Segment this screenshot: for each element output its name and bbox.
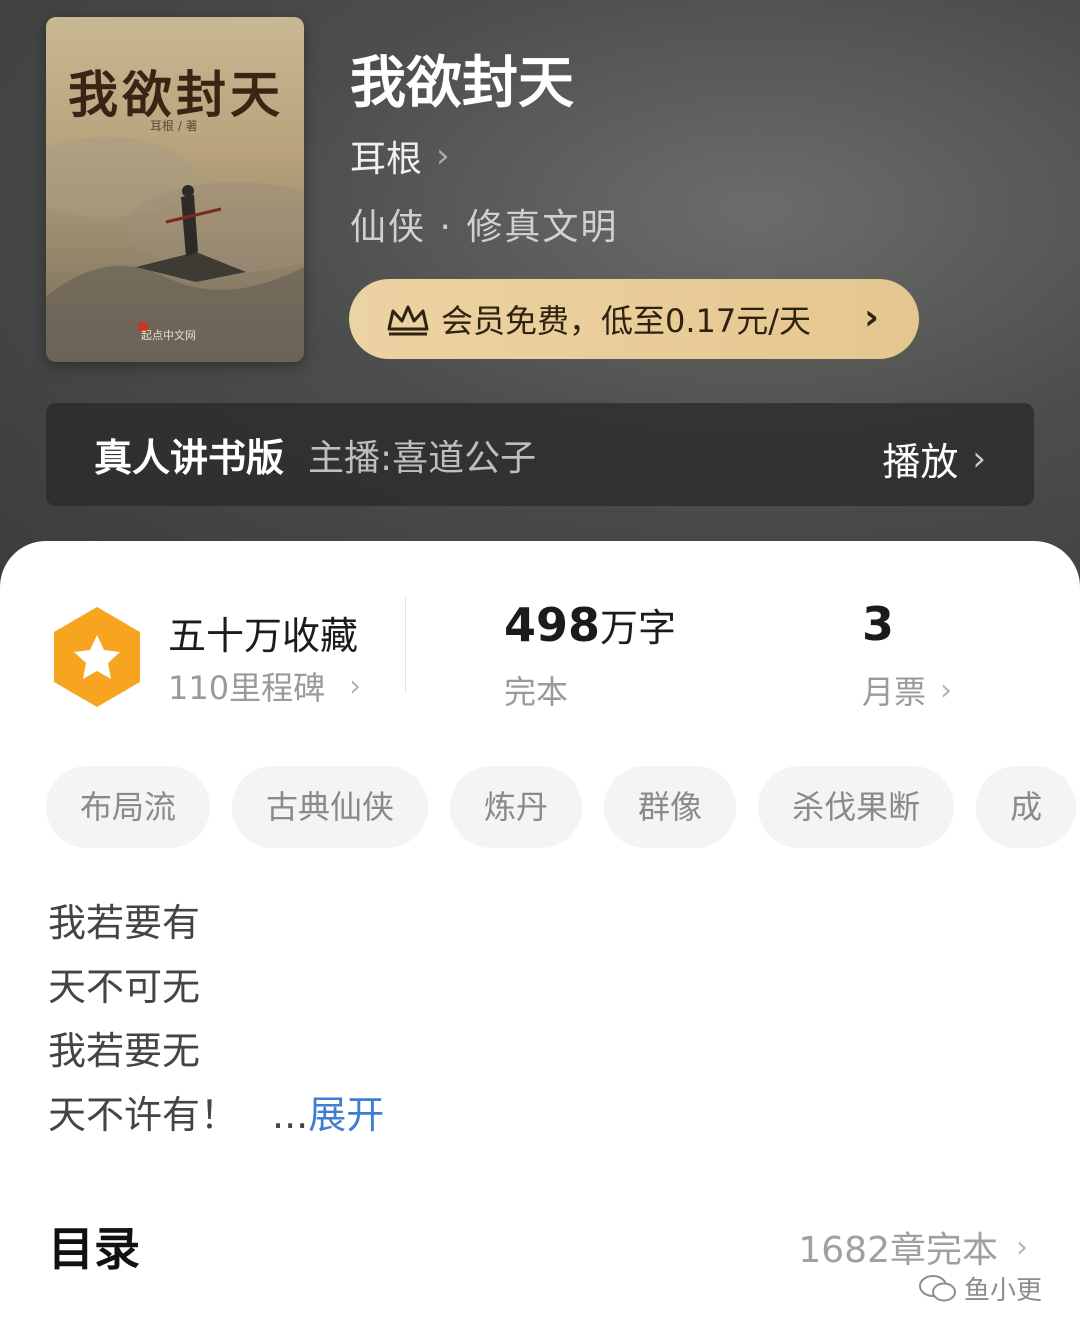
star-badge-icon	[54, 607, 140, 707]
cover-author: 耳根 / 著	[150, 119, 198, 133]
book-intro: 我若要有 天不可无 我若要无 天不许有！ ...展开	[48, 891, 384, 1147]
book-cover[interactable]: 我欲封天 耳根 / 著 起点中文网	[46, 17, 304, 362]
intro-line: 天不许有！	[48, 1093, 239, 1137]
cover-publisher: 起点中文网	[141, 329, 196, 342]
book-detail-card: 五十万收藏 110里程碑 › 498万字 完本 3 月票 › 布局流 古典仙侠 炼丹…	[0, 541, 1080, 1334]
milestone-link[interactable]: 110里程碑 ›	[168, 663, 361, 709]
toc-link[interactable]: 1682章完本 ›	[798, 1221, 1028, 1273]
watermark: 鱼小更	[918, 1270, 1042, 1307]
toc-chapter-count: 1682章完本	[798, 1230, 998, 1271]
tag-chip[interactable]: 杀伐果断	[758, 766, 955, 848]
expand-link[interactable]: 展开	[308, 1093, 384, 1137]
watermark-text: 鱼小更	[964, 1276, 1043, 1306]
word-count-unit: 万字	[600, 606, 677, 650]
completion-status: 完本	[504, 673, 569, 711]
monthly-votes-link[interactable]: 月票 ›	[862, 667, 952, 713]
monthly-votes-label: 月票	[862, 673, 927, 711]
audio-label: 真人讲书版	[94, 436, 285, 480]
intro-ellipsis: ...	[272, 1093, 309, 1137]
tag-chip[interactable]: 群像	[604, 766, 737, 848]
chevron-right-icon: ›	[436, 136, 450, 176]
play-button[interactable]: 播放 ›	[882, 431, 986, 486]
word-count: 498万字	[504, 597, 676, 652]
intro-line: 我若要有	[48, 901, 201, 945]
wechat-icon	[919, 1274, 956, 1301]
favorites-title[interactable]: 五十万收藏	[168, 605, 358, 660]
play-label: 播放	[882, 440, 959, 484]
milestone-label: 110里程碑	[168, 669, 326, 707]
tag-list: 布局流 古典仙侠 炼丹 群像 杀伐果断成	[46, 766, 1080, 848]
book-genre: 仙侠 · 修真文明	[350, 207, 619, 248]
word-count-number: 498	[504, 598, 601, 652]
toc-title: 目录	[48, 1222, 140, 1276]
divider	[405, 597, 406, 693]
vip-free-button[interactable]: 会员免费，低至0.17元/天 ›	[349, 279, 919, 359]
audio-host: 主播:喜道公子	[308, 437, 537, 479]
chevron-right-icon: ›	[349, 668, 362, 704]
chevron-right-icon: ›	[940, 672, 953, 708]
monthly-votes-number: 3	[862, 597, 895, 651]
author-link[interactable]: 耳根 ›	[350, 130, 450, 182]
chevron-right-icon: ›	[972, 438, 986, 479]
tag-chip[interactable]: 成	[976, 766, 1077, 848]
author-name: 耳根	[350, 139, 423, 180]
intro-line: 天不可无	[48, 965, 201, 1009]
book-title: 我欲封天	[350, 50, 574, 116]
vip-label: 会员免费，低至0.17元/天	[441, 302, 812, 340]
book-header: 我欲封天 耳根 / 著 起点中文网 我欲封天 耳根 › 仙侠 · 修真文明 会员…	[0, 0, 1080, 600]
intro-line: 我若要无	[48, 1029, 201, 1073]
chevron-right-icon: ›	[864, 297, 879, 338]
tag-chip[interactable]: 炼丹	[450, 766, 583, 848]
chevron-right-icon: ›	[1016, 1229, 1028, 1265]
tag-chip[interactable]: 布局流	[46, 766, 211, 848]
crown-icon	[387, 305, 429, 336]
tag-chip[interactable]: 古典仙侠	[232, 766, 429, 848]
audio-version-bar[interactable]: 真人讲书版 主播:喜道公子 播放 ›	[46, 403, 1034, 506]
